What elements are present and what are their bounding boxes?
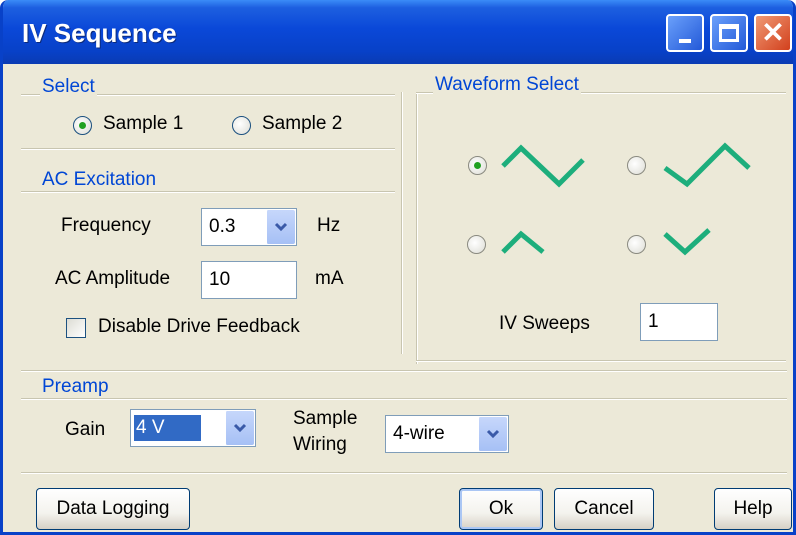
sample-wiring-dropdown-button[interactable] [478,417,507,451]
sample-2-label: Sample 2 [262,113,343,134]
maximize-button[interactable] [710,14,748,52]
waveform-option-1-radio[interactable] [468,156,487,175]
gain-dropdown-button[interactable] [225,411,254,445]
sample-1-radio[interactable] [73,116,92,135]
frequency-select[interactable]: 0.3 [201,208,297,246]
frequency-unit: Hz [317,215,341,236]
triangle-wave-down-up-icon [501,144,585,188]
preamp-group-title: Preamp [40,376,111,398]
minimize-icon [679,39,691,43]
divider [21,148,395,149]
sample-wiring-label-line2: Wiring [293,434,347,455]
ok-button[interactable]: Ok [459,488,543,530]
chevron-down-icon [274,222,288,232]
ac-amplitude-unit: mA [315,268,344,289]
frequency-dropdown-button[interactable] [266,210,295,244]
gain-value: 4 V [134,415,201,441]
waveform-option-4-radio[interactable] [627,235,646,254]
ac-excitation-group-title: AC Excitation [40,169,159,191]
cancel-button[interactable]: Cancel [554,488,654,530]
chevron-down-icon [233,423,247,433]
maximize-icon [719,24,739,42]
divider [21,472,787,473]
window-title: IV Sequence [22,18,177,48]
data-logging-button[interactable]: Data Logging [36,488,190,530]
ac-amplitude-input[interactable]: 10 [201,261,297,299]
gain-label: Gain [65,419,106,440]
iv-sweeps-label: IV Sweeps [499,313,590,334]
frequency-value: 0.3 [209,216,236,237]
waveform-group-title: Waveform Select [433,74,581,96]
frequency-label: Frequency [61,215,151,236]
waveform-option-3-radio[interactable] [467,235,486,254]
sample-wiring-label-line1: Sample [293,408,358,429]
waveform-option-2-radio[interactable] [627,156,646,175]
disable-drive-feedback-label: Disable Drive Feedback [98,316,300,337]
sample-wiring-value: 4-wire [393,423,445,444]
disable-drive-feedback-checkbox[interactable] [66,318,86,338]
sample-wiring-select[interactable]: 4-wire [385,415,509,453]
ac-amplitude-label: AC Amplitude [55,268,171,289]
iv-sequence-dialog: IV Sequence ✕ Select Sample 1 Sample 2 A… [0,0,796,535]
triangle-wave-up-down-icon [663,142,751,188]
divider [416,92,417,364]
iv-sweeps-input[interactable]: 1 [640,303,718,341]
close-button[interactable]: ✕ [754,14,792,52]
sample-1-label: Sample 1 [103,113,184,134]
title-bar[interactable]: IV Sequence ✕ [3,0,793,64]
half-peak-wave-icon [501,230,545,254]
divider [416,360,786,361]
divider [21,398,787,399]
divider [401,92,402,354]
close-icon: ✕ [761,17,785,48]
chevron-down-icon [486,429,500,439]
divider [21,191,395,192]
sample-2-radio[interactable] [232,116,251,135]
half-valley-wave-icon [663,228,711,256]
gain-select[interactable]: 4 V [130,409,256,447]
help-button[interactable]: Help [714,488,792,530]
minimize-button[interactable] [666,14,704,52]
divider [21,370,787,371]
select-group-title: Select [40,76,97,98]
